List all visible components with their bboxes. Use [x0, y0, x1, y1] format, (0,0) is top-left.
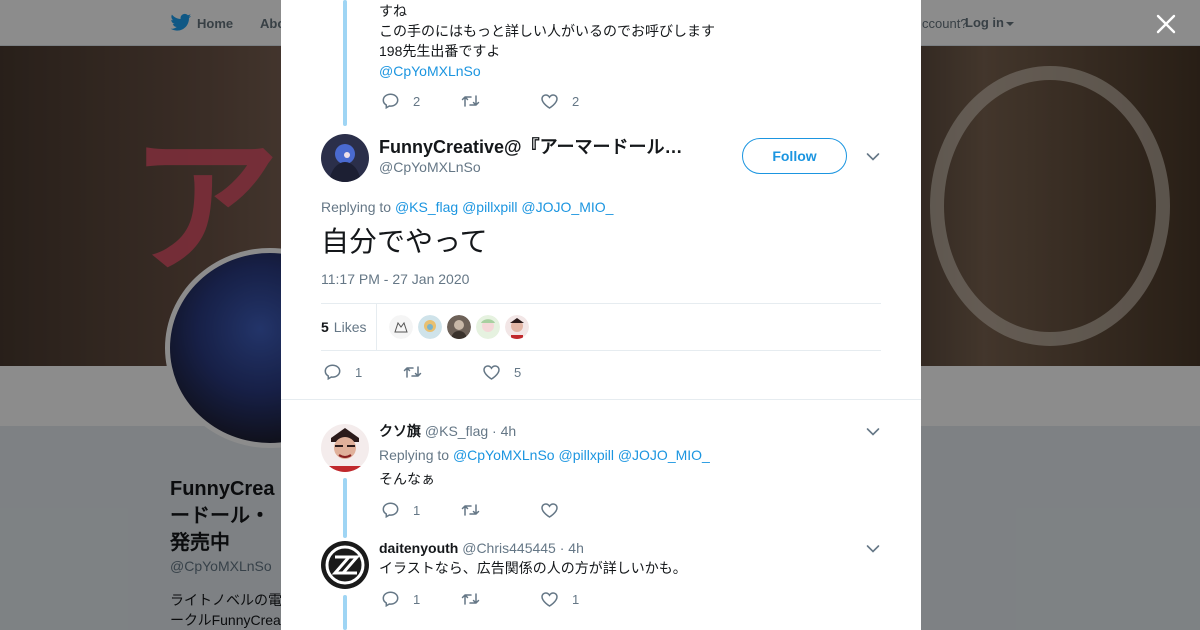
liker-avatar[interactable]: [389, 315, 413, 339]
focus-author-handle[interactable]: @CpYoMXLnSo: [379, 159, 481, 175]
reply-author-handle[interactable]: @Chris445445: [462, 540, 556, 556]
mention-link[interactable]: @CpYoMXLnSo: [453, 447, 555, 463]
divider: [376, 304, 377, 350]
liker-avatar[interactable]: [418, 315, 442, 339]
focus-like-button[interactable]: 5: [483, 362, 521, 382]
mention-link[interactable]: @JOJO_MIO_: [521, 199, 613, 215]
reply-time[interactable]: · 4h: [560, 540, 584, 556]
reply-author-name[interactable]: クソ旗: [379, 423, 421, 439]
divider: [321, 303, 881, 304]
liker-avatar[interactable]: [447, 315, 471, 339]
focus-tweet-text: 自分でやって: [321, 225, 488, 258]
liker-avatar[interactable]: [476, 315, 500, 339]
reply-icon: [382, 502, 399, 518]
mention-link[interactable]: @pillxpill: [462, 199, 517, 215]
focus-author-avatar[interactable]: [321, 134, 369, 182]
retweet-icon: [403, 366, 422, 378]
reply-reply-button[interactable]: 1: [382, 589, 420, 609]
reply-retweet-button[interactable]: [461, 589, 480, 609]
likers-avatars: [389, 315, 529, 339]
focus-reply-button[interactable]: 1: [324, 362, 362, 382]
focus-replying-to: Replying to @KS_flag @pillxpill @JOJO_MI…: [321, 199, 614, 215]
thread-line: [343, 478, 347, 538]
chevron-down-icon[interactable]: [866, 544, 880, 554]
reply-like-button[interactable]: 1: [541, 589, 579, 609]
reply-header: クソ旗 @KS_flag · 4h: [379, 421, 516, 441]
chevron-down-icon[interactable]: [866, 152, 880, 162]
close-icon[interactable]: [1154, 12, 1178, 36]
divider: [281, 399, 921, 400]
reply-text: イラストなら、広告関係の人の方が詳しいかも。: [379, 560, 687, 576]
reply-icon: [382, 93, 399, 109]
reply-author-name[interactable]: daitenyouth: [379, 540, 458, 556]
reply-time[interactable]: · 4h: [492, 423, 516, 439]
mention-link[interactable]: @KS_flag: [395, 199, 458, 215]
retweet-icon: [461, 504, 480, 516]
parent-reply-button[interactable]: 2: [382, 91, 420, 111]
reply-author-avatar[interactable]: [321, 541, 369, 589]
reply-author-handle[interactable]: @KS_flag: [425, 423, 488, 439]
like-icon: [483, 364, 500, 380]
reply-replying-to: Replying to @CpYoMXLnSo @pillxpill @JOJO…: [379, 447, 710, 463]
reply-header: daitenyouth @Chris445445 · 4h: [379, 538, 584, 558]
likes-stat[interactable]: 5 Likes: [321, 304, 366, 350]
focus-retweet-button[interactable]: [403, 362, 422, 382]
retweet-icon: [461, 95, 480, 107]
reply-retweet-button[interactable]: [461, 500, 480, 520]
focus-tweet-timestamp[interactable]: 11:17 PM - 27 Jan 2020: [321, 271, 469, 287]
like-icon: [541, 93, 558, 109]
parent-mention-link[interactable]: @CpYoMXLnSo: [379, 61, 715, 81]
mention-link[interactable]: @JOJO_MIO_: [618, 447, 710, 463]
like-icon: [541, 591, 558, 607]
reply-icon: [324, 364, 341, 380]
retweet-icon: [461, 593, 480, 605]
mention-link[interactable]: @pillxpill: [558, 447, 613, 463]
parent-tweet-text: すね この手のにはもっと詳しい人がいるのでお呼びします 198先生出番ですよ @…: [379, 3, 715, 81]
reply-reply-button[interactable]: 1: [382, 500, 420, 520]
thread-line: [343, 0, 347, 126]
reply-author-avatar[interactable]: [321, 424, 369, 472]
focus-author-name[interactable]: FunnyCreative@『アーマードール…: [379, 133, 683, 159]
tweet-modal: すね この手のにはもっと詳しい人がいるのでお呼びします 198先生出番ですよ @…: [281, 0, 921, 630]
follow-button[interactable]: Follow: [742, 138, 847, 174]
thread-line: [343, 595, 347, 630]
reply-icon: [382, 591, 399, 607]
chevron-down-icon[interactable]: [866, 427, 880, 437]
reply-text: そんなぁ: [379, 471, 435, 487]
divider: [321, 350, 881, 351]
parent-retweet-button[interactable]: [461, 91, 480, 111]
like-icon: [541, 502, 558, 518]
liker-avatar[interactable]: [505, 315, 529, 339]
parent-like-button[interactable]: 2: [541, 91, 579, 111]
reply-like-button[interactable]: [541, 500, 572, 520]
